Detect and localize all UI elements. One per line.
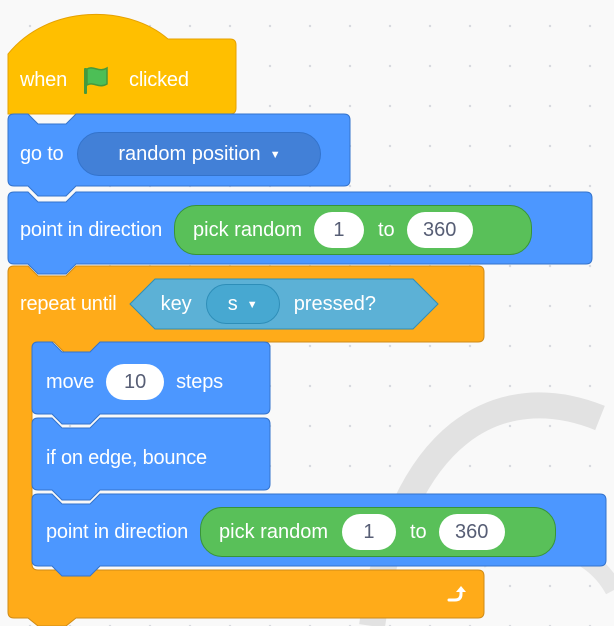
loop-arrow-icon xyxy=(447,586,466,602)
position-dropdown[interactable]: random position ▼ xyxy=(77,132,322,176)
go-to-label: go to xyxy=(20,142,64,165)
random-from-input[interactable]: 1 xyxy=(313,212,364,248)
random-from-input-2[interactable]: 1 xyxy=(341,514,396,550)
when-flag-clicked-block[interactable]: when clicked xyxy=(7,13,237,124)
move-steps-block[interactable]: move 10 steps xyxy=(31,341,271,426)
repeat-until-label: repeat until xyxy=(20,292,117,315)
point-in-direction-label: point in direction xyxy=(20,218,163,241)
if-on-edge-bounce-label: if on edge, bounce xyxy=(46,446,207,469)
position-dropdown-value: random position xyxy=(118,142,261,165)
key-pressed-reporter[interactable]: key s ▼ pressed? xyxy=(128,278,439,330)
chevron-down-icon: ▼ xyxy=(246,299,258,311)
key-dropdown[interactable]: s ▼ xyxy=(205,284,280,324)
pick-random-label-2: pick random xyxy=(219,520,328,543)
to-label-2: to xyxy=(409,520,427,543)
point-in-direction-label-2: point in direction xyxy=(46,520,189,543)
if-on-edge-bounce-block[interactable]: if on edge, bounce xyxy=(31,417,271,502)
steps-input[interactable]: 10 xyxy=(106,364,165,400)
chevron-down-icon: ▼ xyxy=(269,149,281,161)
pressed-label: pressed? xyxy=(293,292,376,315)
steps-label: steps xyxy=(176,370,223,393)
when-label: when xyxy=(20,68,68,91)
random-to-input-2[interactable]: 360 xyxy=(438,514,505,550)
pick-random-reporter[interactable]: pick random 1 to 360 xyxy=(174,205,533,255)
go-to-block[interactable]: go to random position ▼ xyxy=(7,113,351,198)
point-in-direction-block[interactable]: point in direction pick random 1 to 360 xyxy=(7,191,593,276)
random-to-input[interactable]: 360 xyxy=(406,212,473,248)
key-label: key xyxy=(160,292,192,315)
clicked-label: clicked xyxy=(129,68,189,91)
move-label: move xyxy=(46,370,95,393)
point-in-direction-block-2[interactable]: point in direction pick random 1 to 360 xyxy=(31,493,607,578)
pick-random-label: pick random xyxy=(193,218,302,241)
key-dropdown-value: s xyxy=(227,292,238,315)
green-flag-icon[interactable] xyxy=(81,64,117,96)
to-label: to xyxy=(377,218,395,241)
pick-random-reporter-2[interactable]: pick random 1 to 360 xyxy=(200,507,557,557)
